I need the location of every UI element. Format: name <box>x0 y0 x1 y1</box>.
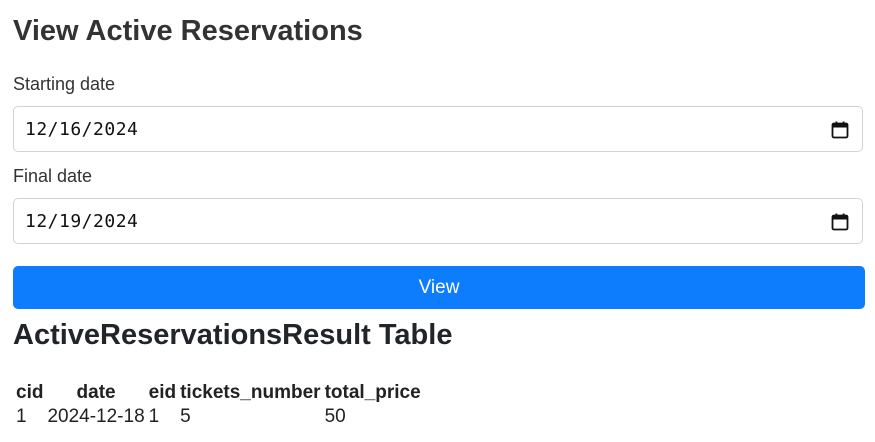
column-header-tickets-number: tickets_number <box>180 382 321 403</box>
table-row: 1 2024-12-18 1 5 50 <box>14 405 423 429</box>
starting-date-value: 12/16/2024 <box>25 119 139 140</box>
column-header-cid: cid <box>16 382 44 403</box>
column-header-date: date <box>76 382 116 403</box>
calendar-icon[interactable] <box>831 121 849 139</box>
starting-date-label: Starting date <box>13 74 116 94</box>
page: View Active Reservations Starting date 1… <box>0 0 875 442</box>
cell-date: 2024-12-18 <box>47 406 145 427</box>
result-table-title: ActiveReservationsResult Table <box>13 319 453 351</box>
cell-tickets-number: 5 <box>180 406 191 427</box>
calendar-icon[interactable] <box>831 213 849 231</box>
result-table: cid date eid tickets_number total_price … <box>14 381 423 429</box>
column-header-eid: eid <box>148 382 177 403</box>
cell-eid: 1 <box>148 406 160 427</box>
table-header-row: cid date eid tickets_number total_price <box>14 381 423 405</box>
cell-cid: 1 <box>16 406 27 427</box>
column-header-total-price: total_price <box>324 382 421 403</box>
final-date-value: 12/19/2024 <box>25 211 139 232</box>
final-date-input[interactable]: 12/19/2024 <box>13 198 863 244</box>
starting-date-input[interactable]: 12/16/2024 <box>13 106 863 152</box>
final-date-label: Final date <box>13 166 93 186</box>
cell-total-price: 50 <box>324 406 346 427</box>
view-button[interactable]: View <box>13 266 865 309</box>
page-title: View Active Reservations <box>13 15 363 47</box>
